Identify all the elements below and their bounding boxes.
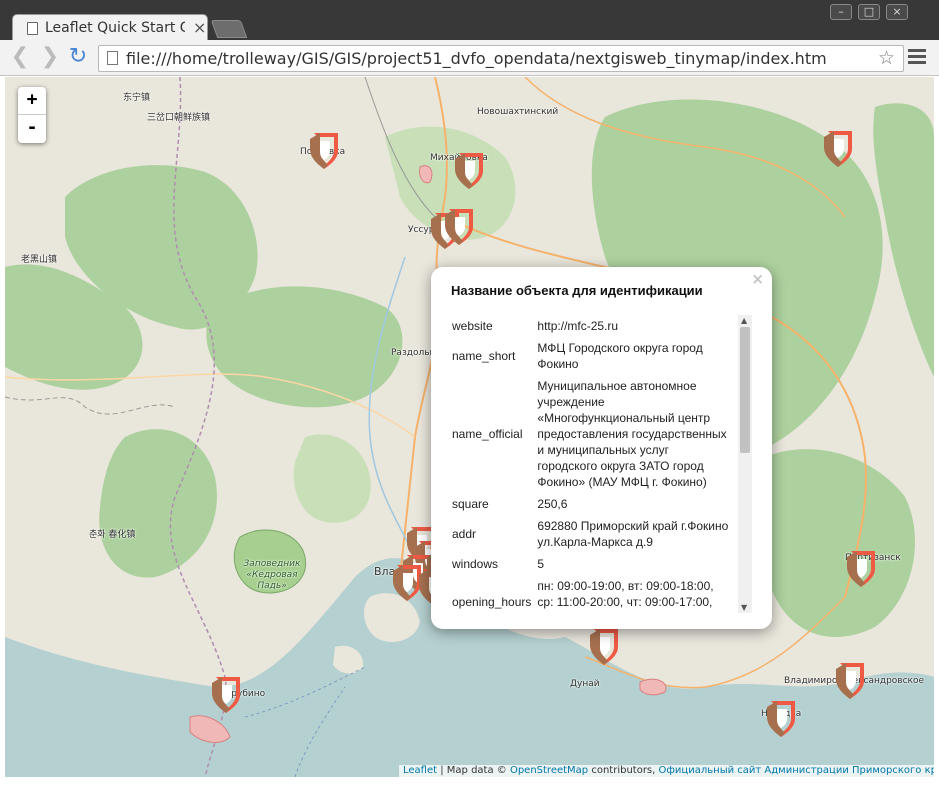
- browser-toolbar: ❮ ❯ ↻ file:///home/trolleway/GIS/GIS/pro…: [0, 40, 939, 76]
- map-marker-icon[interactable]: [822, 127, 854, 167]
- forward-icon[interactable]: ❯: [38, 46, 62, 70]
- browser-tab[interactable]: Leaflet Quick Start G ×: [12, 14, 208, 42]
- attribute-key: windows: [452, 557, 499, 571]
- place-label: 三岔口朝鲜族镇: [147, 113, 211, 123]
- place-label: Новошахтинский: [477, 107, 559, 117]
- map-marker-icon[interactable]: [443, 205, 475, 245]
- place-label: 老黑山镇: [21, 255, 58, 265]
- popup-content[interactable]: website http://mfc-25.ru name_short МФЦ Гор…: [449, 315, 752, 613]
- tab-title: Leaflet Quick Start G: [45, 20, 185, 36]
- page-icon: [27, 22, 38, 35]
- attribute-key: addr: [452, 527, 477, 541]
- attribute-value: Муниципальное автономное учреждение «Мно…: [537, 379, 727, 489]
- attribute-row: name_short МФЦ Городского округа город Фо…: [449, 337, 732, 375]
- url-text[interactable]: file:///home/trolleway/GIS/GIS/project51…: [126, 49, 827, 68]
- attribute-row: addr 692880 Приморский край г.Фокино ул.К…: [449, 515, 732, 553]
- attribute-value: 250,6: [537, 497, 568, 511]
- attribute-row: windows 5: [449, 553, 732, 575]
- scroll-up-icon[interactable]: ▲: [741, 316, 747, 325]
- map-attribution: Leaflet | Map data © OpenStreetMap contr…: [399, 765, 934, 777]
- minimize-icon[interactable]: –: [830, 4, 852, 20]
- browser-menu-icon[interactable]: [908, 49, 926, 67]
- attribute-row: opening_hours пн: 09:00-19:00, вт: 09:00-…: [449, 575, 732, 613]
- attribute-value: 5: [537, 557, 545, 571]
- popup-scrollbar[interactable]: ▲ ▼: [738, 315, 752, 613]
- attribute-key: website: [452, 319, 493, 333]
- attribute-row: square 250,6: [449, 493, 732, 515]
- scroll-down-icon[interactable]: ▼: [741, 603, 747, 612]
- attribution-text: | Map data ©: [437, 765, 510, 776]
- attribute-value: http://mfc-25.ru: [537, 319, 619, 333]
- address-bar[interactable]: file:///home/trolleway/GIS/GIS/project51…: [98, 45, 904, 72]
- reload-icon[interactable]: ↻: [66, 46, 90, 70]
- attribute-value: МФЦ Городского округа город Фокино: [537, 341, 703, 371]
- place-label: 춘화 春化镇: [89, 530, 136, 540]
- back-icon[interactable]: ❮: [8, 46, 32, 70]
- browser-titlebar: Leaflet Quick Start G × – □ ×: [0, 0, 939, 42]
- map-marker-icon[interactable]: [453, 149, 485, 189]
- zoom-in-button[interactable]: +: [18, 87, 46, 115]
- bookmark-star-icon[interactable]: ☆: [878, 47, 895, 69]
- file-icon: [107, 51, 118, 65]
- map-marker-icon[interactable]: [308, 129, 340, 169]
- tab-close-icon[interactable]: ×: [193, 18, 206, 37]
- attribution-text: contributors,: [588, 765, 659, 776]
- place-label: 东宁镇: [123, 93, 151, 103]
- site-link[interactable]: Официальный сайт Администрации Приморско…: [659, 765, 934, 776]
- zoom-control: + -: [18, 87, 46, 143]
- zoom-out-button[interactable]: -: [18, 115, 46, 143]
- osm-link[interactable]: OpenStreetMap: [510, 765, 588, 776]
- map-marker-icon[interactable]: [765, 697, 797, 737]
- maximize-icon[interactable]: □: [858, 4, 880, 20]
- popup-close-icon[interactable]: ×: [751, 270, 764, 288]
- attribute-row: website http://mfc-25.ru: [449, 315, 732, 337]
- attribute-row: name_official Муниципальное автономное уч…: [449, 375, 732, 493]
- window-close-icon[interactable]: ×: [886, 4, 908, 20]
- map-marker-icon[interactable]: [588, 625, 620, 665]
- scroll-thumb[interactable]: [740, 327, 750, 453]
- attribute-value: 692880 Приморский край г.Фокино ул.Карла…: [537, 519, 729, 549]
- attributes-table: website http://mfc-25.ru name_short МФЦ Гор…: [449, 315, 732, 613]
- map-marker-icon[interactable]: [845, 547, 877, 587]
- popup-title: Название объекта для идентификации: [451, 283, 703, 298]
- reserve-label: Заповедник «Кедровая Падь»: [243, 559, 301, 591]
- new-tab-button[interactable]: [210, 20, 248, 38]
- attribute-key: name_short: [452, 349, 516, 363]
- leaflet-link[interactable]: Leaflet: [403, 765, 437, 776]
- attribute-value: пн: 09:00-19:00, вт: 09:00-18:00, ср: 11…: [537, 579, 714, 613]
- attribute-key: opening_hours: [452, 595, 532, 609]
- attribute-key: square: [452, 497, 489, 511]
- map-marker-icon[interactable]: [210, 673, 242, 713]
- map-view[interactable]: 东宁镇 三岔口朝鲜族镇 老黑山镇 춘화 春化镇 Покровка Михайло…: [5, 77, 934, 777]
- place-label: Дунай: [570, 679, 600, 689]
- attribute-key: name_official: [452, 427, 523, 441]
- feature-popup: × Название объекта для идентификации web…: [431, 267, 772, 629]
- map-marker-icon[interactable]: [834, 659, 866, 699]
